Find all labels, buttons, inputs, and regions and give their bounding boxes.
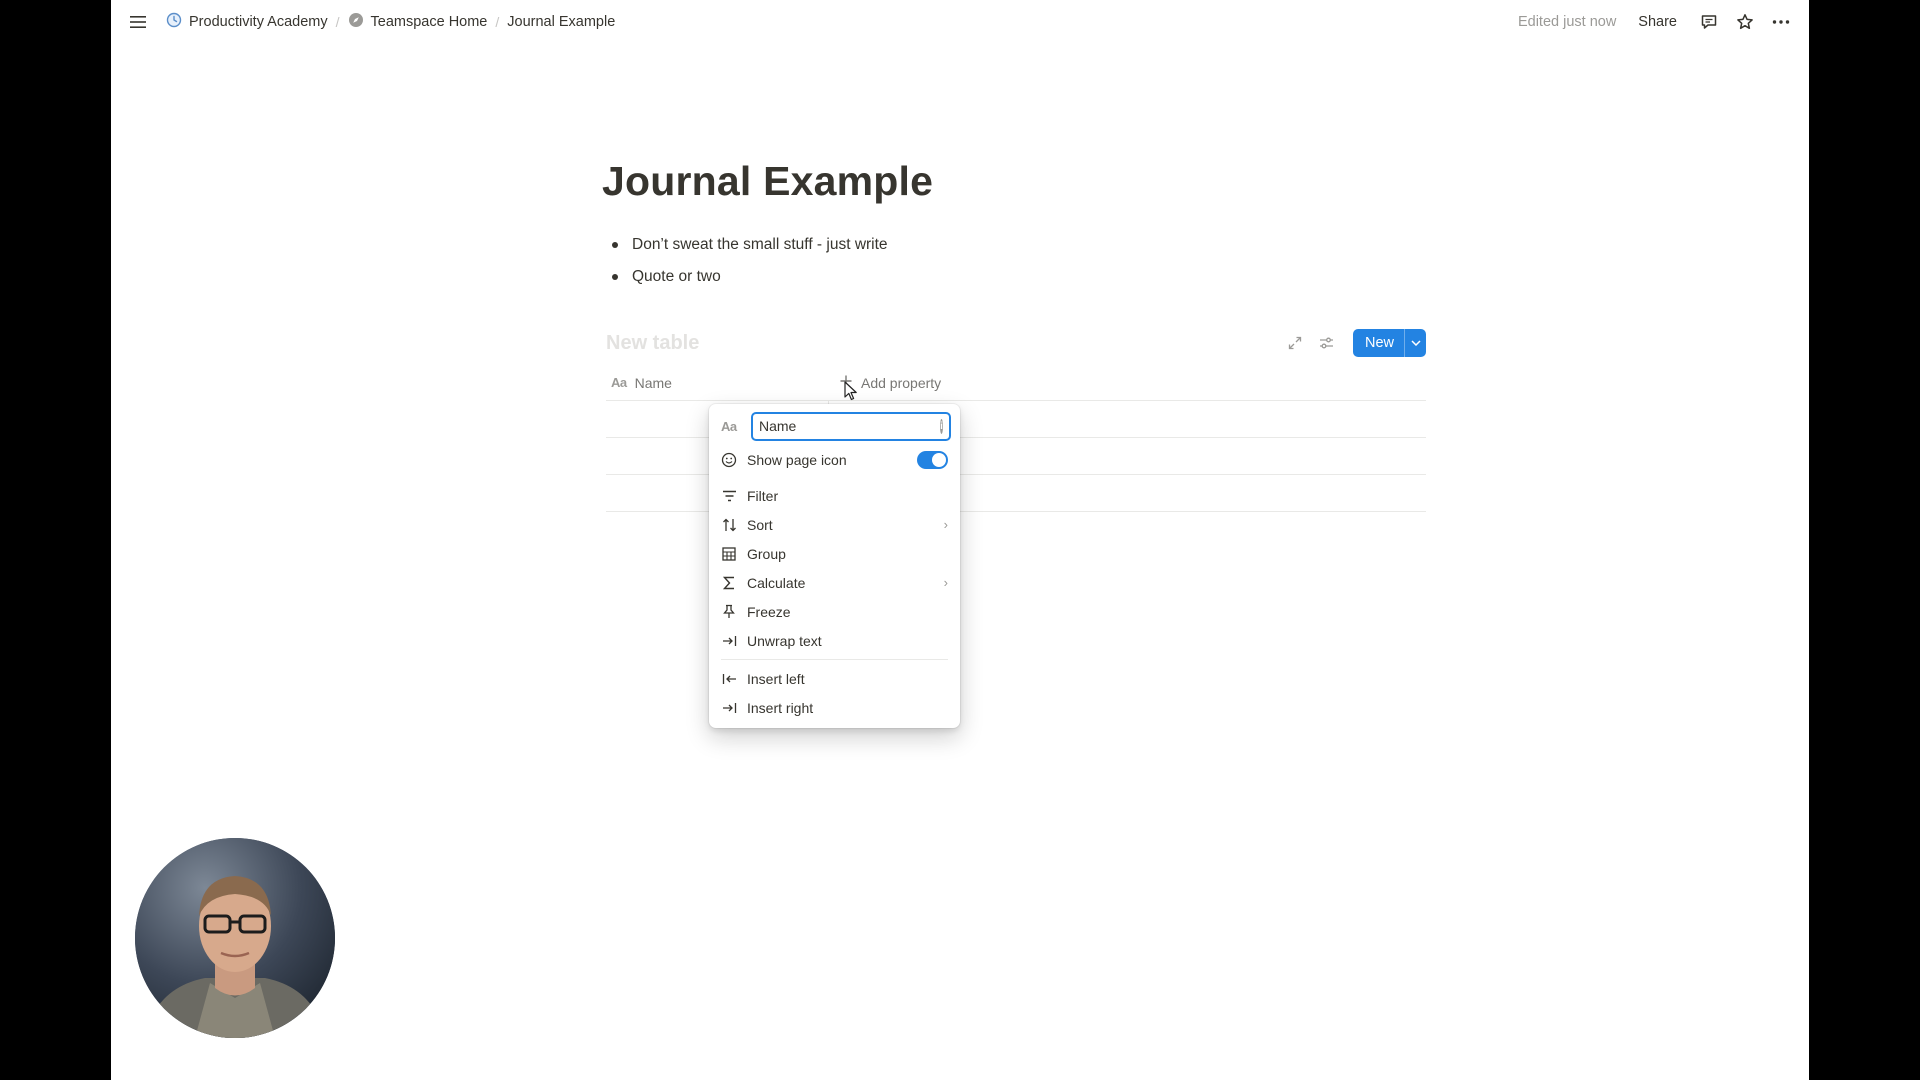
menu-item-freeze[interactable]: Freeze <box>709 597 960 626</box>
menu-item-calculate[interactable]: Calculate › <box>709 568 960 597</box>
column-menu: Aa i Show page icon Filter Sort › <box>709 404 960 728</box>
filter-icon <box>721 488 737 504</box>
list-item[interactable]: Quote or two <box>605 261 1305 293</box>
wrap-icon <box>721 633 737 649</box>
menu-item-label: Filter <box>747 487 779 504</box>
group-icon <box>721 546 737 562</box>
share-button[interactable]: Share <box>1630 10 1685 34</box>
menu-item-label: Group <box>747 545 786 562</box>
chevron-right-icon: › <box>943 575 948 590</box>
compass-icon <box>348 12 364 32</box>
breadcrumb-productivity-academy[interactable]: Productivity Academy <box>161 10 333 34</box>
breadcrumb-label: Journal Example <box>507 14 616 30</box>
database-title-placeholder[interactable]: New table <box>606 332 699 355</box>
menu-divider <box>721 659 948 660</box>
menu-item-label: Show page icon <box>747 451 847 468</box>
pin-icon <box>721 604 737 620</box>
breadcrumb-teamspace-home[interactable]: Teamspace Home <box>343 10 493 34</box>
expand-icon[interactable] <box>1281 329 1309 357</box>
text-type-icon[interactable]: Aa <box>721 419 743 434</box>
sort-icon <box>721 517 737 533</box>
breadcrumb: Productivity Academy / Teamspace Home / … <box>161 10 620 34</box>
sigma-icon <box>721 575 737 591</box>
column-name-row: Aa i <box>709 410 960 442</box>
breadcrumb-separator: / <box>335 14 340 30</box>
insert-left-icon <box>721 671 737 687</box>
column-name-field[interactable]: i <box>751 411 951 441</box>
table-header: Aa Name Add property <box>606 365 1426 401</box>
webcam-overlay <box>135 838 335 1038</box>
menu-item-label: Freeze <box>747 603 791 620</box>
star-icon[interactable] <box>1729 8 1761 36</box>
smiley-icon <box>721 452 737 468</box>
chevron-right-icon: › <box>943 517 948 532</box>
list-item[interactable]: Don’t sweat the small stuff - just write <box>605 229 1305 261</box>
insert-right-icon <box>721 700 737 716</box>
new-button-group: New <box>1352 329 1426 357</box>
menu-item-unwrap-text[interactable]: Unwrap text <box>709 626 960 655</box>
menu-item-label: Unwrap text <box>747 632 822 649</box>
topbar: Productivity Academy / Teamspace Home / … <box>111 0 1809 44</box>
menu-item-insert-right[interactable]: Insert right <box>709 693 960 722</box>
chevron-down-icon[interactable] <box>1404 329 1426 357</box>
menu-item-insert-left[interactable]: Insert left <box>709 664 960 693</box>
menu-item-filter[interactable]: Filter <box>709 481 960 510</box>
text-type-icon: Aa <box>611 375 627 390</box>
bullet-dot <box>612 242 618 248</box>
database-actions: New <box>1281 329 1426 357</box>
menu-gap <box>709 474 960 481</box>
edited-status: Edited just now <box>1517 14 1617 30</box>
sidebar-menu-icon[interactable] <box>125 9 151 35</box>
menu-item-sort[interactable]: Sort › <box>709 510 960 539</box>
clock-icon <box>166 12 182 32</box>
mouse-cursor-icon <box>844 381 858 406</box>
breadcrumb-label: Teamspace Home <box>370 14 488 30</box>
bullet-text: Don’t sweat the small stuff - just write <box>632 236 888 253</box>
more-options-icon[interactable] <box>1765 8 1797 36</box>
menu-item-label: Sort <box>747 516 773 533</box>
column-name-input[interactable] <box>759 418 940 434</box>
bullet-list: Don’t sweat the small stuff - just write… <box>605 229 1305 293</box>
breadcrumb-separator: / <box>495 14 500 30</box>
settings-sliders-icon[interactable] <box>1313 329 1341 357</box>
page-title[interactable]: Journal Example <box>602 158 933 205</box>
comments-icon[interactable] <box>1693 8 1725 36</box>
column-header-label: Name <box>634 374 672 391</box>
info-icon[interactable]: i <box>940 418 943 434</box>
breadcrumb-journal-example[interactable]: Journal Example <box>502 12 620 32</box>
topbar-actions: Edited just now Share <box>1518 8 1797 36</box>
menu-item-label: Insert left <box>747 670 805 687</box>
menu-item-label: Calculate <box>747 574 806 591</box>
breadcrumb-label: Productivity Academy <box>189 14 328 30</box>
menu-item-label: Insert right <box>747 699 814 716</box>
bullet-text: Quote or two <box>632 268 721 285</box>
add-property-label: Add property <box>861 374 942 391</box>
menu-item-group[interactable]: Group <box>709 539 960 568</box>
notion-window: Productivity Academy / Teamspace Home / … <box>111 0 1809 1080</box>
show-page-icon-toggle[interactable] <box>917 450 948 469</box>
bullet-dot <box>612 274 618 280</box>
presenter-portrait <box>135 838 335 1038</box>
database-header: New table New <box>606 326 1426 360</box>
new-button[interactable]: New <box>1353 329 1404 357</box>
column-header-name[interactable]: Aa Name <box>606 365 829 400</box>
menu-item-show-page-icon[interactable]: Show page icon <box>709 445 960 474</box>
